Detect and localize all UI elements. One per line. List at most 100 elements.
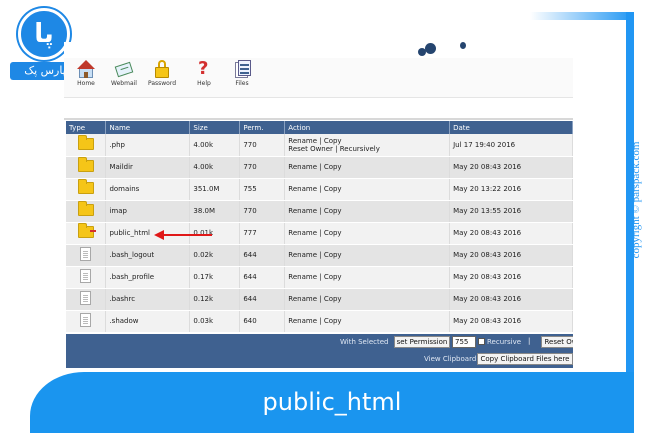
row-type — [66, 288, 107, 311]
row-perm[interactable]: 644 — [239, 244, 286, 267]
copy-clipboard-button[interactable]: Copy Clipboard Files here — [477, 353, 573, 365]
row-action-links[interactable]: Rename | Copy — [288, 137, 449, 145]
row-type — [66, 156, 107, 179]
row-action-links[interactable]: Rename | Copy — [288, 295, 341, 303]
row-type — [66, 222, 107, 245]
row-date: May 20 08:43 2016 — [449, 222, 573, 245]
row-date: May 20 13:55 2016 — [449, 200, 573, 223]
col-action[interactable]: Action — [284, 121, 451, 134]
row-size: 4.00k — [189, 134, 241, 157]
row-name[interactable]: .php — [105, 134, 191, 157]
folder-icon — [77, 201, 94, 216]
row-perm[interactable]: 770 — [239, 134, 286, 157]
row-type — [66, 310, 107, 333]
col-name[interactable]: Name — [105, 121, 191, 134]
recursive-checkbox[interactable] — [478, 338, 485, 345]
row-action: Rename | Copy — [284, 222, 451, 245]
col-type[interactable]: Type — [66, 121, 107, 134]
lock-icon — [152, 60, 172, 78]
row-name[interactable]: Maildir — [105, 156, 191, 179]
folder-icon — [77, 134, 94, 150]
row-perm[interactable]: 770 — [239, 156, 286, 179]
selection-action-bar: With Selected set Permission 755 Recursi… — [66, 334, 573, 351]
webmail-label: Webmail — [111, 80, 137, 87]
table-row[interactable]: public_html 0.01k 777 Rename | Copy May 20 0… — [66, 222, 573, 245]
row-name[interactable]: .bash_profile — [105, 266, 191, 289]
row-date: Jul 17 19:40 2016 — [449, 134, 573, 157]
password-tool[interactable]: Password — [142, 60, 182, 87]
toolbar-spacer — [64, 98, 573, 120]
row-action: Rename | Copy — [284, 156, 451, 179]
arrow-shaft — [162, 234, 212, 236]
password-label: Password — [147, 80, 177, 87]
row-size: 0.03k — [189, 310, 241, 333]
files-tool[interactable]: Files — [222, 60, 262, 87]
file-table: Type Name Size Perm. Action Date .php 4.0… — [66, 121, 573, 333]
reset-owner-button[interactable]: Reset Ow — [541, 336, 573, 348]
home-label: Home — [77, 80, 95, 87]
table-row[interactable]: Maildir 4.00k 770 Rename | Copy May 20 08:43… — [66, 156, 573, 179]
table-row[interactable]: .bash_profile 0.17k 644 Rename | Copy May 20… — [66, 266, 573, 289]
webmail-tool[interactable]: Webmail — [104, 60, 144, 87]
row-perm[interactable]: 644 — [239, 266, 286, 289]
home-tool[interactable]: Home — [66, 60, 106, 87]
row-perm[interactable]: 755 — [239, 178, 286, 201]
row-action: Rename | Copy — [284, 288, 451, 311]
table-row[interactable]: imap 38.0M 770 Rename | Copy May 20 13:55 20… — [66, 200, 573, 223]
row-action-links[interactable]: Rename | Copy — [288, 229, 341, 237]
action-separator: | — [528, 337, 531, 345]
help-tool[interactable]: ? Help — [184, 58, 224, 87]
table-header-row: Type Name Size Perm. Action Date — [66, 121, 573, 134]
table-row[interactable]: .php 4.00k 770 Rename | Copy Reset Owner | R… — [66, 134, 573, 157]
file-icon — [80, 247, 92, 261]
permission-input[interactable]: 755 — [452, 336, 476, 348]
row-action-links[interactable]: Rename | Copy — [288, 207, 341, 215]
frame-top-accent — [530, 12, 634, 20]
row-date: May 20 08:43 2016 — [449, 310, 573, 333]
row-perm[interactable]: 770 — [239, 200, 286, 223]
file-icon — [80, 313, 92, 327]
row-type — [66, 178, 107, 201]
row-date: May 20 08:43 2016 — [449, 244, 573, 267]
set-permission-button[interactable]: set Permission — [394, 336, 450, 348]
row-perm[interactable]: 640 — [239, 310, 286, 333]
table-row[interactable]: .bashrc 0.12k 644 Rename | Copy May 20 08:43… — [66, 288, 573, 311]
col-date[interactable]: Date — [449, 121, 573, 134]
header-strip — [64, 42, 573, 58]
row-name[interactable]: .shadow — [105, 310, 191, 333]
row-name[interactable]: .bashrc — [105, 288, 191, 311]
row-action-links[interactable]: Rename | Copy — [288, 273, 341, 281]
caption-banner: public_html — [30, 372, 634, 433]
clipboard-bar: View Clipboard Copy Clipboard Files here — [66, 351, 573, 368]
table-row[interactable]: domains 351.0M 755 Rename | Copy May 20 13:2… — [66, 178, 573, 201]
row-action-links[interactable]: Rename | Copy — [288, 185, 341, 193]
row-action: Rename | Copy — [284, 178, 451, 201]
row-action-links-2[interactable]: Reset Owner | Recursively — [288, 145, 449, 153]
table-row[interactable]: .bash_logout 0.02k 644 Rename | Copy May 20 … — [66, 244, 573, 267]
view-clipboard-link[interactable]: View Clipboard — [424, 355, 476, 363]
row-action-links[interactable]: Rename | Copy — [288, 251, 341, 259]
row-name[interactable]: imap — [105, 200, 191, 223]
row-size: 0.12k — [189, 288, 241, 311]
logo-disc: پا — [18, 8, 70, 60]
file-icon — [80, 269, 92, 283]
row-action-links[interactable]: Rename | Copy — [288, 317, 341, 325]
row-size: 0.02k — [189, 244, 241, 267]
with-selected-label: With Selected — [340, 338, 389, 346]
row-date: May 20 13:22 2016 — [449, 178, 573, 201]
row-perm[interactable]: 644 — [239, 288, 286, 311]
col-size[interactable]: Size — [189, 121, 241, 134]
row-name[interactable]: .bash_logout — [105, 244, 191, 267]
folder-icon — [77, 157, 94, 172]
row-action: Rename | Copy — [284, 310, 451, 333]
row-perm[interactable]: 777 — [239, 222, 286, 245]
col-perm[interactable]: Perm. — [239, 121, 286, 134]
house-icon — [76, 60, 96, 78]
row-type — [66, 244, 107, 267]
row-size: 0.17k — [189, 266, 241, 289]
table-row[interactable]: .shadow 0.03k 640 Rename | Copy May 20 08:43… — [66, 310, 573, 333]
row-size: 351.0M — [189, 178, 241, 201]
row-action-links[interactable]: Rename | Copy — [288, 163, 341, 171]
row-name[interactable]: domains — [105, 178, 191, 201]
folder-link-icon — [77, 223, 96, 238]
